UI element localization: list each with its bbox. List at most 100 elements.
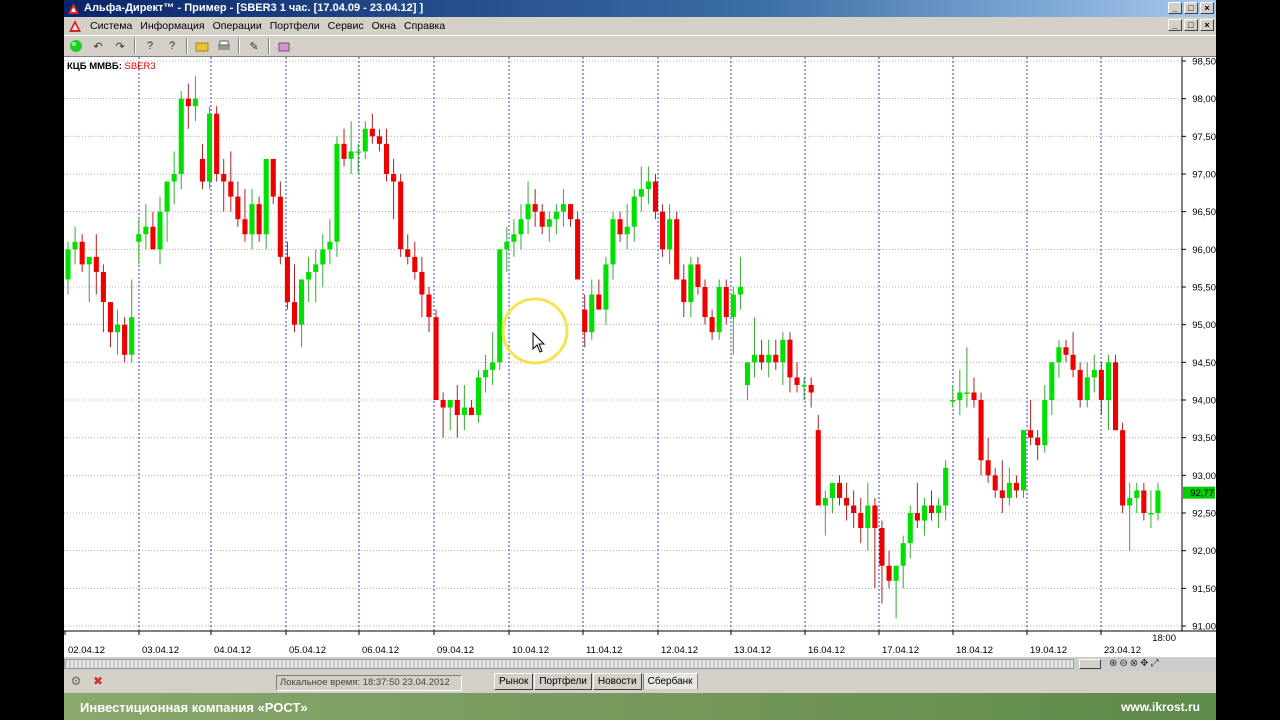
candle-body xyxy=(511,234,517,242)
candle-body xyxy=(1042,400,1048,446)
candle-body xyxy=(164,181,170,212)
redo-icon[interactable]: ↷ xyxy=(110,37,130,55)
candle-body xyxy=(383,143,390,174)
expand-icon[interactable]: ⤢ xyxy=(1151,658,1159,669)
settings-icon[interactable]: ⚙ xyxy=(68,674,84,690)
candle-body xyxy=(192,98,198,107)
x-tick-label: 16.04.12 xyxy=(808,645,845,656)
candle-body xyxy=(822,497,828,506)
folder-icon[interactable] xyxy=(192,37,212,55)
candle-body xyxy=(235,196,241,220)
menu-portfolios[interactable]: Портфели xyxy=(266,20,324,32)
candle-body xyxy=(1148,513,1154,515)
candle-body xyxy=(1134,490,1140,498)
zoom-in-icon[interactable]: ⊕ xyxy=(1109,658,1117,669)
candle-body xyxy=(1049,362,1055,400)
mdi-restore-button[interactable]: □ xyxy=(1184,19,1198,31)
candle-body xyxy=(93,256,99,272)
tab-portfolios[interactable]: Портфели xyxy=(534,673,592,690)
candle-body xyxy=(1020,430,1027,491)
candle-body xyxy=(631,196,637,227)
y-tick-label: 95,50 xyxy=(1192,283,1216,294)
candle-body xyxy=(652,181,659,212)
x-tick-label: 12.04.12 xyxy=(661,645,698,656)
candle-body xyxy=(284,256,290,303)
tab-market[interactable]: Рынок xyxy=(494,673,534,690)
candle-body xyxy=(667,219,673,250)
candle-body xyxy=(589,294,595,333)
maximize-button[interactable]: □ xyxy=(1184,2,1198,14)
scroll-track[interactable] xyxy=(64,659,1074,669)
candle-body xyxy=(419,271,425,295)
candle-body xyxy=(596,294,602,310)
y-tick-label: 92,00 xyxy=(1192,546,1216,557)
candle-body xyxy=(723,287,729,318)
zoom-fit-icon[interactable]: ⊗ xyxy=(1130,658,1138,669)
document-logo-icon[interactable] xyxy=(68,19,82,33)
horizontal-scrollbar[interactable]: ⊕ ⊖ ⊗ ✥ ⤢ xyxy=(64,657,1216,671)
candle-body xyxy=(334,143,340,242)
menu-service[interactable]: Сервис xyxy=(324,20,368,32)
candle-body xyxy=(752,354,758,363)
y-tick-label: 98,50 xyxy=(1192,57,1216,68)
close-button[interactable]: × xyxy=(1200,2,1214,14)
order-icon[interactable]: ✎ xyxy=(244,37,264,55)
app-logo-icon xyxy=(68,3,79,14)
candle-body xyxy=(107,302,114,333)
help-icon[interactable]: ? xyxy=(140,37,160,55)
candle-body xyxy=(674,219,680,280)
window-tabs: Рынок Портфели Новости Сбербанк xyxy=(494,673,699,690)
candle-body xyxy=(900,543,906,566)
candle-body xyxy=(214,113,220,174)
y-tick-label: 98,00 xyxy=(1192,94,1216,105)
candle-body xyxy=(1028,430,1034,438)
candle-body xyxy=(829,482,835,498)
company-site[interactable]: www.ikrost.ru xyxy=(1121,700,1200,714)
connect-icon[interactable] xyxy=(66,37,86,55)
undo-icon[interactable]: ↶ xyxy=(88,37,108,55)
candle-body xyxy=(1013,482,1019,491)
y-tick-label: 94,00 xyxy=(1192,396,1216,407)
y-tick-label: 91,50 xyxy=(1192,584,1216,595)
candle-body xyxy=(964,392,970,394)
menu-help[interactable]: Справка xyxy=(400,20,449,32)
candle-body xyxy=(773,354,779,363)
status-bar: ⊕ ⊖ ⊗ ✥ ⤢ ⚙ ✖ Локальное время: 18:37:50 … xyxy=(64,657,1216,693)
candle-body xyxy=(412,256,418,272)
candle-body xyxy=(79,241,85,265)
x-tick-label: 17.04.12 xyxy=(882,645,919,656)
print-icon[interactable] xyxy=(214,37,234,55)
x-tick-label: 04.04.12 xyxy=(214,645,251,656)
tab-news[interactable]: Новости xyxy=(592,673,642,690)
candle-body xyxy=(320,249,326,265)
mouse-pointer-icon xyxy=(532,331,546,353)
menu-windows[interactable]: Окна xyxy=(368,20,400,32)
candle-body xyxy=(921,505,927,521)
candle-body xyxy=(518,219,524,235)
mdi-minimize-button[interactable]: _ xyxy=(1168,19,1182,31)
zoom-out-icon[interactable]: ⊖ xyxy=(1119,658,1127,669)
candle-body xyxy=(1077,369,1083,400)
candle-body xyxy=(617,219,623,235)
tab-sberbank[interactable]: Сбербанк xyxy=(642,673,698,690)
chart-canvas[interactable]: 98,50 98,00 97,50 97,00 96,50 96,00 95,50 95,00… xyxy=(64,57,1216,657)
help-pointer-icon[interactable]: ? xyxy=(162,37,182,55)
portfolio-icon[interactable] xyxy=(274,37,294,55)
menu-operations[interactable]: Операции xyxy=(209,20,266,32)
minimize-button[interactable]: _ xyxy=(1168,2,1182,14)
scroll-thumb[interactable] xyxy=(1079,659,1101,669)
move-icon[interactable]: ✥ xyxy=(1140,658,1148,669)
candle-body xyxy=(461,407,467,416)
candle-body xyxy=(447,400,453,408)
mdi-close-button[interactable]: × xyxy=(1200,19,1214,31)
candle-body xyxy=(504,241,510,250)
candle-body xyxy=(1141,490,1147,513)
candle-body xyxy=(475,377,482,416)
menu-system[interactable]: Система xyxy=(86,20,136,32)
candlestick-chart[interactable]: 98,50 98,00 97,50 97,00 96,50 96,00 95,50 95,00… xyxy=(64,57,1216,657)
candle-body xyxy=(391,174,397,182)
candle-body xyxy=(178,98,184,174)
disconnect-icon[interactable]: ✖ xyxy=(90,674,106,690)
menu-info[interactable]: Информация xyxy=(136,20,208,32)
candle-body xyxy=(1084,377,1090,400)
